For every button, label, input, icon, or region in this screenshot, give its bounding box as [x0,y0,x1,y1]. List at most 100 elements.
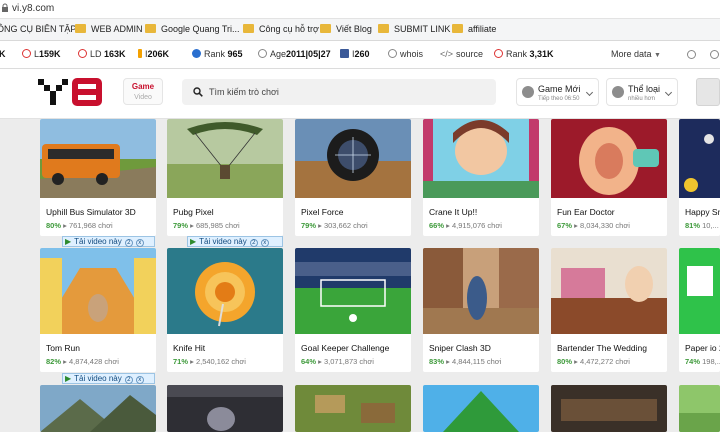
seo-label: whois [400,49,424,59]
game-thumbnail [295,248,411,334]
seo-value: 3,31K [529,49,554,59]
seo-value: K [0,49,6,59]
game-thumbnail [167,385,283,432]
seo-metric[interactable]: L159K [22,49,61,59]
source-link[interactable]: </> source [440,49,483,59]
more-data-button[interactable]: More data ▼ [611,49,661,59]
video-tab[interactable]: Video [124,94,162,101]
address-bar[interactable]: vi.y8.com [0,0,720,19]
game-rating: 66% [429,221,445,230]
game-stats: 81% 10,... [685,221,719,230]
seo-value: 159K [39,49,61,59]
game-card[interactable]: Happy Sn 81% 10,... [679,119,720,236]
bookmark-item[interactable]: SUBMIT LINK [378,24,450,34]
seo-metric[interactable]: I260 [340,49,370,59]
bookmark-label: affiliate [468,24,497,34]
download-video-bar[interactable]: ▶ Tải video này 2 x [62,373,155,384]
info-icon[interactable] [687,50,696,59]
avatar[interactable] [696,78,720,106]
seo-metric[interactable]: Age2011|05|27 [258,49,331,59]
game-card[interactable]: Sniper Clash 3D 83% ▸ 4,844,115 chơi [423,248,539,372]
game-stats: 80% ▸ 4,472,272 chơi [557,357,630,366]
game-card[interactable]: Pixel Force 79% ▸ 303,662 chơi [295,119,411,236]
game-card[interactable]: Paper io 2 74% 198,... [679,248,720,372]
bookmark-item[interactable]: Công cụ hỗ trợ [243,24,319,34]
bookmark-item[interactable]: WEB ADMIN [75,24,143,34]
download-video-label: Tải video này [199,237,247,246]
new-games-icon [522,86,534,98]
game-card[interactable]: Bartender The Wedding 80% ▸ 4,472,272 ch… [551,248,667,372]
game-card[interactable] [167,385,283,432]
whois-link[interactable]: whois [388,49,423,59]
y8-logo[interactable] [38,77,104,107]
link-domain-icon [78,49,87,58]
seo-metric[interactable]: LD 163K [78,49,126,59]
game-rating: 81% [685,221,701,230]
search-input[interactable] [182,79,496,105]
settings-icon[interactable] [710,50,719,59]
bookmark-item[interactable]: ÔNG CỤ BIÊN TẬP... [0,24,83,34]
game-rating: 64% [301,357,317,366]
game-thumbnail [40,248,156,334]
close-icon[interactable]: x [135,376,144,384]
seo-metric[interactable]: Rank 3,31K [494,49,554,59]
bookmark-label: SUBMIT LINK [394,24,451,34]
game-card[interactable]: Knife Hit 71% ▸ 2,540,162 chơi [167,248,283,372]
game-rating: 82% [46,357,62,366]
game-tab[interactable]: Game [124,82,162,91]
more-data-label: More data [611,49,652,59]
download-video-bar[interactable]: ▶ Tải video này 2 x [187,236,283,247]
clock-icon [258,49,267,58]
seo-metric[interactable]: I206K [138,49,169,59]
help-icon[interactable]: 2 [249,239,258,247]
game-title: Goal Keeper Challenge [301,343,390,353]
close-icon[interactable]: x [135,239,144,247]
game-rating: 67% [557,221,573,230]
help-icon[interactable]: 2 [124,376,133,384]
game-thumbnail [679,385,720,432]
bookmark-item[interactable]: affiliate [452,24,496,34]
play-icon: ▶ [65,237,72,246]
game-thumbnail [167,248,283,334]
genres-button[interactable]: Thể loại nhiều hơn [606,78,678,106]
globe-icon [388,49,397,58]
seo-metric[interactable]: K [0,49,6,59]
game-card[interactable]: Fun Ear Doctor 67% ▸ 8,034,330 chơi [551,119,667,236]
bookmark-item[interactable]: Google Quang Tri... [145,24,240,34]
game-card[interactable]: Uphill Bus Simulator 3D 80% ▸ 761,968 ch… [40,119,156,236]
game-plays: 761,968 chơi [68,221,113,230]
help-icon[interactable]: 2 [124,239,133,247]
game-card[interactable] [551,385,667,432]
game-card[interactable] [679,385,720,432]
game-card[interactable]: Crane It Up!! 66% ▸ 4,915,076 chơi [423,119,539,236]
game-stats: 66% ▸ 4,915,076 chơi [429,221,502,230]
chevron-down-icon [585,88,594,97]
game-card[interactable]: Pubg Pixel 79% ▸ 685,985 chơi [167,119,283,236]
game-title: Fun Ear Doctor [557,207,615,217]
game-card[interactable] [40,385,156,432]
new-games-button[interactable]: Game Mới Tiếp theo 06:50 [516,78,599,106]
game-title: Tom Run [46,343,81,353]
bookmark-label: Google Quang Tri... [161,24,240,34]
game-rating: 74% [685,357,701,366]
game-thumbnail [551,248,667,334]
play-icon: ▶ [65,374,72,383]
game-card[interactable] [423,385,539,432]
bookmarks-bar: ÔNG CỤ BIÊN TẬP... WEB ADMIN Google Quan… [0,19,720,41]
download-video-bar[interactable]: ▶ Tải video này 2 x [62,236,155,247]
game-title: Bartender The Wedding [557,343,647,353]
seo-metric[interactable]: Rank 965 [192,49,243,59]
seo-value: 2011|05|27 [286,49,331,59]
seo-label: source [456,49,484,59]
game-video-switch[interactable]: Game Video [123,78,163,105]
game-plays: 2,540,162 chơi [195,357,246,366]
game-card[interactable] [295,385,411,432]
bing-icon [138,49,142,58]
game-card[interactable]: Tom Run 82% ▸ 4,874,428 chơi [40,248,156,372]
game-title: Pubg Pixel [173,207,214,217]
url-text: vi.y8.com [12,3,55,14]
bookmark-item[interactable]: Viết Blog [320,24,372,34]
seo-prefix: Rank [204,49,226,59]
game-card[interactable]: Goal Keeper Challenge 64% ▸ 3,071,873 ch… [295,248,411,372]
close-icon[interactable]: x [260,239,269,247]
